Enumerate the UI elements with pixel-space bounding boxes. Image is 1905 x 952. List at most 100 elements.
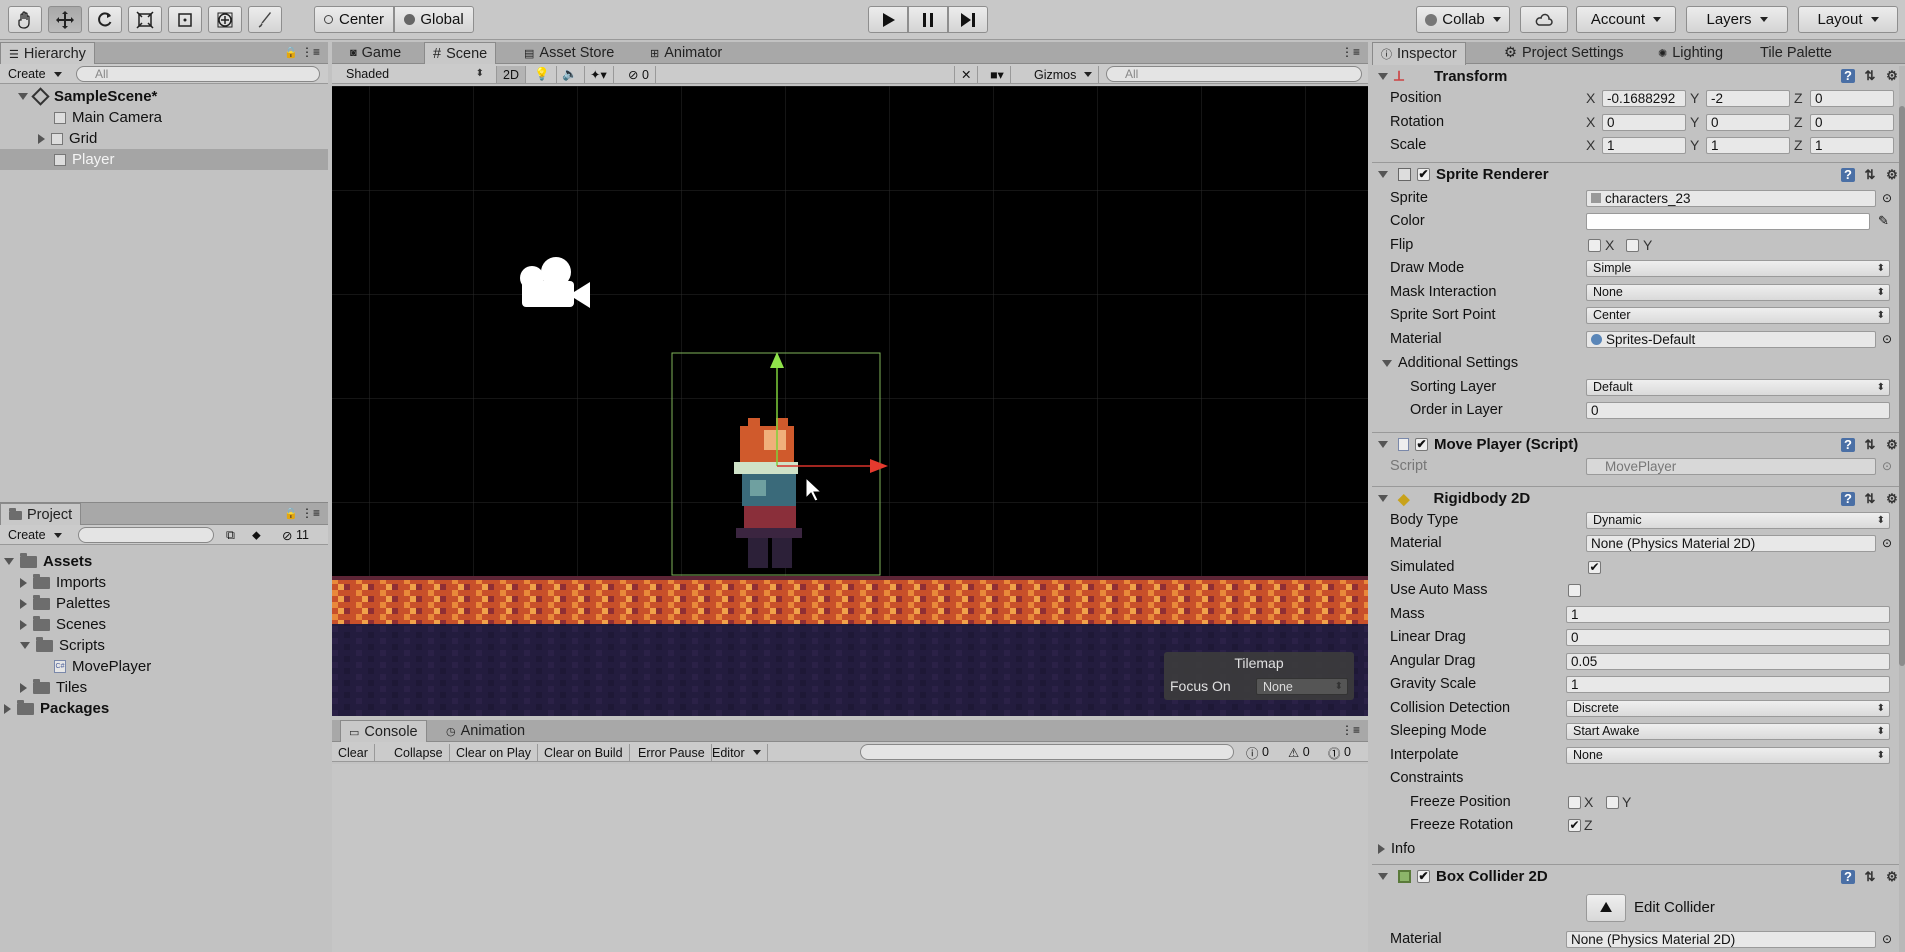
- material-object-field[interactable]: Sprites-Default: [1586, 330, 1876, 348]
- expand-arrow-icon[interactable]: [20, 642, 30, 649]
- console-log-area[interactable]: [332, 764, 1368, 952]
- error-filter-toggle[interactable]: ⓵ 0: [1328, 744, 1351, 761]
- hierarchy-item-player[interactable]: Player: [0, 149, 328, 170]
- edit-collider-button[interactable]: ⛰: [1586, 894, 1626, 922]
- constraints-row[interactable]: Constraints: [1372, 768, 1905, 788]
- sprite-object-field[interactable]: characters_23: [1586, 189, 1876, 207]
- expand-arrow-icon[interactable]: [1378, 171, 1388, 178]
- camera-settings-dropdown[interactable]: ■▾: [984, 66, 1011, 83]
- object-picker-icon[interactable]: ⊙: [1882, 332, 1892, 346]
- rotation-z-field[interactable]: 0: [1810, 113, 1894, 131]
- expand-arrow-icon[interactable]: [1378, 72, 1388, 80]
- expand-arrow-icon[interactable]: [20, 577, 27, 588]
- hidden-objects-toggle[interactable]: ⊘ 0: [622, 66, 656, 83]
- move-tool-button[interactable]: [48, 6, 82, 33]
- lock-icon[interactable]: 🔒: [284, 46, 298, 59]
- scene-viewport[interactable]: Tilemap: [332, 86, 1368, 716]
- folder-palettes[interactable]: Palettes: [0, 593, 328, 614]
- folder-assets[interactable]: Assets: [0, 551, 328, 572]
- box-collider-header[interactable]: ✔ Box Collider 2D ? ⇅ ⚙: [1372, 864, 1905, 888]
- transform-tool-button[interactable]: [208, 6, 242, 33]
- folder-packages[interactable]: Packages: [0, 698, 328, 719]
- gear-icon[interactable]: ⚙: [1885, 437, 1899, 452]
- hierarchy-item-main-camera[interactable]: Main Camera: [0, 107, 328, 128]
- tab-animator[interactable]: ⊞ Animator: [642, 42, 730, 64]
- warning-filter-toggle[interactable]: ⚠ 0: [1288, 744, 1310, 760]
- lock-icon[interactable]: 🔒: [284, 507, 298, 520]
- gear-icon[interactable]: ⚙: [1885, 491, 1899, 506]
- play-button[interactable]: [868, 6, 908, 33]
- panel-menu-icon[interactable]: ⋮≡: [1341, 45, 1360, 59]
- position-z-field[interactable]: 0: [1810, 89, 1894, 107]
- transform-header[interactable]: ⟂ Transform ? ⇅ ⚙: [1372, 64, 1905, 88]
- sorting-layer-dropdown[interactable]: Default: [1586, 378, 1890, 396]
- gear-icon[interactable]: ⚙: [1885, 869, 1899, 884]
- simulated-checkbox[interactable]: ✔: [1588, 560, 1601, 574]
- effects-dropdown[interactable]: ✦▾: [584, 66, 614, 83]
- position-x-field[interactable]: -0.1688292: [1602, 89, 1686, 107]
- layout-dropdown[interactable]: Layout: [1798, 6, 1898, 33]
- tab-animation[interactable]: ◷ Animation: [438, 720, 533, 742]
- scrollbar-thumb[interactable]: [1899, 106, 1905, 666]
- bc-physics-material-field[interactable]: None (Physics Material 2D): [1566, 930, 1876, 948]
- gear-icon[interactable]: ⚙: [1885, 167, 1899, 182]
- pivot-global-button[interactable]: Global: [394, 6, 474, 33]
- hierarchy-create-dropdown[interactable]: Create: [8, 66, 62, 82]
- expand-arrow-icon[interactable]: [38, 133, 45, 144]
- rotate-tool-button[interactable]: [88, 6, 122, 33]
- toggle-2d-button[interactable]: 2D: [496, 66, 526, 83]
- folder-tiles[interactable]: Tiles: [0, 677, 328, 698]
- enabled-checkbox[interactable]: ✔: [1417, 168, 1430, 181]
- scale-y-field[interactable]: 1: [1706, 136, 1790, 154]
- interpolate-dropdown[interactable]: None: [1566, 746, 1890, 764]
- pivot-center-button[interactable]: Center: [314, 6, 394, 33]
- scale-x-field[interactable]: 1: [1602, 136, 1686, 154]
- clear-on-play-button[interactable]: Clear on Play: [450, 744, 539, 761]
- scene-row[interactable]: SampleScene*: [0, 86, 328, 107]
- tab-scene[interactable]: # Scene: [424, 42, 497, 65]
- freeze-pos-y-checkbox[interactable]: [1606, 795, 1619, 809]
- expand-arrow-icon[interactable]: [4, 558, 14, 565]
- audio-toggle[interactable]: 🔈: [556, 66, 585, 83]
- info-foldout-row[interactable]: Info: [1372, 839, 1905, 859]
- draw-mode-dropdown[interactable]: Simple: [1586, 259, 1890, 277]
- preset-icon[interactable]: ⇅: [1863, 869, 1877, 884]
- scale-tool-button[interactable]: [128, 6, 162, 33]
- hand-tool-button[interactable]: [8, 6, 42, 33]
- filter-type-icon[interactable]: ⧉: [226, 527, 235, 543]
- collab-dropdown[interactable]: Collab: [1416, 6, 1510, 33]
- panel-menu-icon[interactable]: ⋮≡: [301, 506, 320, 520]
- mask-interaction-dropdown[interactable]: None: [1586, 283, 1890, 301]
- expand-arrow-icon[interactable]: [4, 703, 11, 714]
- expand-arrow-icon[interactable]: [1378, 495, 1388, 502]
- folder-scripts[interactable]: Scripts: [0, 635, 328, 656]
- focus-on-dropdown[interactable]: None: [1256, 678, 1348, 695]
- tab-hierarchy[interactable]: ☰ Hierarchy: [0, 42, 95, 65]
- scene-canvas[interactable]: [332, 86, 1368, 716]
- preset-icon[interactable]: ⇅: [1863, 437, 1877, 452]
- expand-arrow-icon[interactable]: [1378, 873, 1388, 880]
- clear-button[interactable]: Clear: [332, 744, 375, 761]
- folder-imports[interactable]: Imports: [0, 572, 328, 593]
- hierarchy-item-grid[interactable]: Grid: [0, 128, 328, 149]
- preset-icon[interactable]: ⇅: [1863, 491, 1877, 506]
- tab-project[interactable]: Project: [0, 503, 82, 526]
- tab-game[interactable]: ◙ Game: [342, 42, 409, 64]
- help-icon[interactable]: ?: [1841, 167, 1855, 182]
- scene-search-input[interactable]: All: [1106, 66, 1362, 82]
- object-picker-icon[interactable]: ⊙: [1882, 536, 1892, 550]
- cloud-services-button[interactable]: [1520, 6, 1568, 33]
- expand-arrow-icon[interactable]: [1378, 441, 1388, 448]
- position-y-field[interactable]: -2: [1706, 89, 1790, 107]
- custom-tool-button[interactable]: [248, 6, 282, 33]
- help-icon[interactable]: ?: [1841, 437, 1855, 452]
- tab-inspector[interactable]: ⓘ Inspector: [1372, 42, 1466, 65]
- move-player-header[interactable]: ✔ Move Player (Script) ? ⇅ ⚙: [1372, 432, 1905, 456]
- expand-arrow-icon[interactable]: [20, 682, 27, 693]
- account-dropdown[interactable]: Account: [1576, 6, 1676, 33]
- tab-lighting[interactable]: ✺ Lighting: [1650, 42, 1731, 64]
- angular-drag-field[interactable]: 0.05: [1566, 652, 1890, 670]
- hidden-packages-icon[interactable]: ⊘ 11: [282, 527, 309, 543]
- project-create-dropdown[interactable]: Create: [8, 527, 62, 543]
- sprite-renderer-header[interactable]: ✔ Sprite Renderer ? ⇅ ⚙: [1372, 162, 1905, 186]
